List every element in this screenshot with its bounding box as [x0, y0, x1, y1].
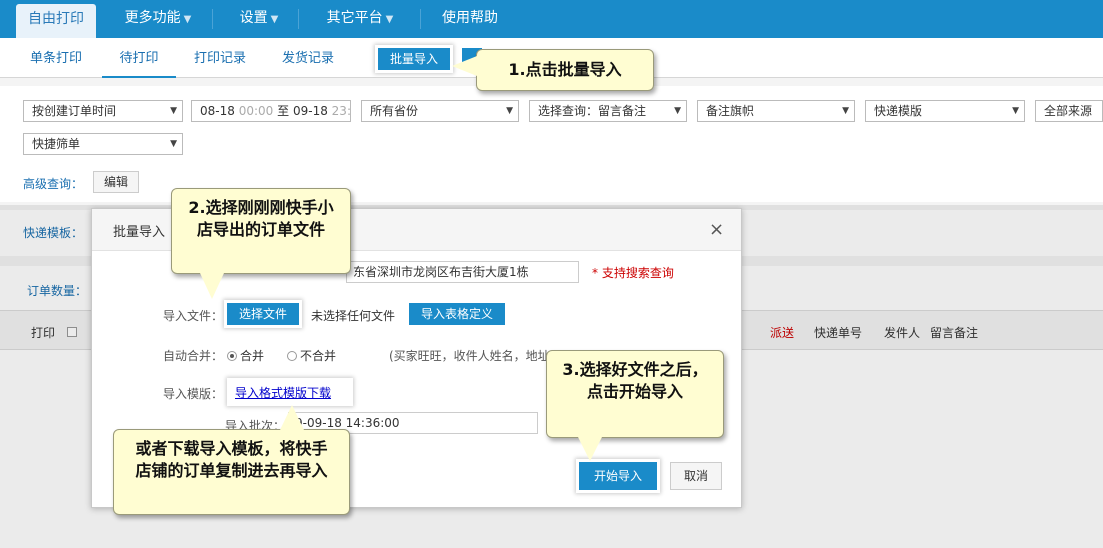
callout-pointer — [280, 405, 304, 430]
merge-radio[interactable]: 合并 — [227, 347, 264, 364]
nav-divider — [420, 9, 421, 29]
nav-divider — [212, 9, 213, 29]
close-icon[interactable]: × — [709, 219, 724, 240]
tab-single-print[interactable]: 单条打印 — [22, 38, 90, 78]
radio-selected-icon — [227, 351, 237, 361]
no-merge-radio[interactable]: 不合并 — [287, 347, 336, 364]
radio-icon — [287, 351, 297, 361]
quick-filter-select[interactable]: 快捷筛单 ▼ — [23, 133, 183, 155]
nav-tab-help[interactable]: 使用帮助 — [432, 0, 508, 38]
caret-down-icon: ▼ — [1012, 106, 1019, 116]
province-select[interactable]: 所有省份 ▼ — [361, 100, 519, 122]
tab-pending-print[interactable]: 待打印 — [102, 38, 176, 78]
no-file-text: 未选择任何文件 — [311, 309, 396, 323]
search-hint: * 支持搜索查询 — [592, 266, 674, 280]
callout-step3: 3.选择好文件之后，点击开始导入 — [546, 350, 724, 438]
date-range-input[interactable]: 08-18 00:00 至 09-18 23:59 — [191, 100, 351, 122]
nav-tab-other-platforms[interactable]: 其它平台 ▼ — [312, 0, 408, 38]
chevron-down-icon: ▼ — [385, 14, 394, 25]
flag-select[interactable]: 备注旗帜 ▼ — [697, 100, 855, 122]
choose-file-button[interactable]: 选择文件 — [227, 303, 299, 325]
import-file-label: 导入文件： — [163, 309, 224, 323]
nav-tab-settings[interactable]: 设置 ▼ — [226, 0, 292, 38]
dialog-title: 批量导入 — [113, 225, 166, 240]
callout-alt-template: 或者下载导入模板，将快手店铺的订单复制进去再导入 — [113, 429, 350, 515]
caret-down-icon: ▼ — [506, 106, 513, 116]
template-link-box: 导入格式模版下载 — [230, 381, 350, 403]
cancel-button[interactable]: 取消 — [670, 462, 722, 490]
callout-step1: 1.点击批量导入 — [476, 49, 654, 91]
callout-step2: 2.选择刚刚刚快手小店导出的订单文件 — [171, 188, 351, 274]
callout-pointer — [578, 437, 602, 461]
caret-down-icon: ▼ — [842, 106, 849, 116]
top-nav: 自由打印 更多功能 ▼ 设置 ▼ 其它平台 ▼ 使用帮助 — [0, 0, 1103, 38]
edit-button[interactable]: 编辑 — [93, 171, 139, 193]
template-download-link[interactable]: 导入格式模版下载 — [235, 384, 331, 401]
nav-tab-more[interactable]: 更多功能 ▼ — [110, 0, 206, 38]
table-definition-button[interactable]: 导入表格定义 — [409, 303, 505, 325]
nav-tab-free-print[interactable]: 自由打印 — [16, 4, 96, 38]
batch-import-button[interactable]: 批量导入 — [378, 48, 450, 70]
merge-hint: (买家旺旺，收件人姓名，地址 — [389, 349, 550, 363]
caret-down-icon: ▼ — [674, 106, 681, 116]
tab-ship-records[interactable]: 发货记录 — [274, 38, 342, 78]
sort-select[interactable]: 按创建订单时间 ▼ — [23, 100, 183, 122]
start-import-button[interactable]: 开始导入 — [579, 462, 657, 490]
caret-down-icon: ▼ — [170, 139, 177, 149]
nav-divider — [298, 9, 299, 29]
source-select[interactable]: 全部来源 — [1035, 100, 1103, 122]
chevron-down-icon: ▼ — [183, 14, 192, 25]
callout-pointer — [452, 56, 477, 76]
address-search-input[interactable]: 东省深圳市龙岗区布吉街大厦1栋 — [346, 261, 579, 283]
filter-panel: 按创建订单时间▼ 08-18 00:00 至 09-18 23:59 所有省份▼… — [0, 86, 1103, 202]
template-select[interactable]: 快递模版 ▼ — [865, 100, 1025, 122]
auto-merge-label: 自动合并： — [163, 349, 224, 363]
query-select[interactable]: 选择查询：留言备注 ▼ — [529, 100, 687, 122]
caret-down-icon: ▼ — [170, 106, 177, 116]
tab-print-records[interactable]: 打印记录 — [186, 38, 254, 78]
advanced-query-label: 高级查询： — [23, 177, 84, 191]
chevron-down-icon: ▼ — [270, 14, 279, 25]
callout-pointer — [200, 273, 224, 299]
template-label: 导入模版： — [163, 387, 224, 401]
